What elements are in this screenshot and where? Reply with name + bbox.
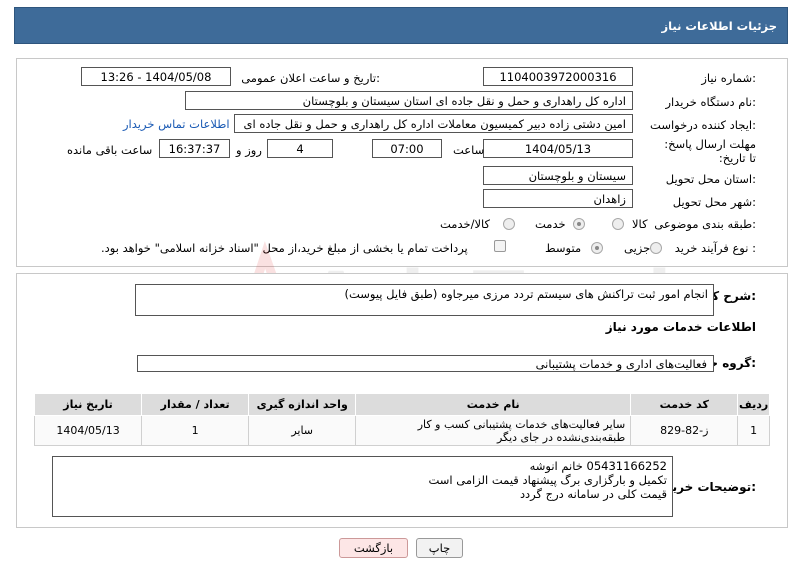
buyer-notes-line: قیمت کلی در سامانه درج گردد (519, 487, 667, 501)
category-option-goods-radio[interactable] (612, 218, 624, 230)
col-header-service-name: نام خدمت (355, 393, 632, 416)
purchase-type-minor-label: جزیی (624, 241, 651, 255)
city-field[interactable]: زاهدان (483, 189, 633, 208)
category-option-service-radio[interactable] (573, 218, 585, 230)
province-label: استان محل تحویل: (665, 172, 756, 186)
col-header-service-code: کد خدمت (630, 393, 739, 416)
remaining-days-field[interactable]: 4 (267, 139, 333, 158)
purchase-type-medium-radio[interactable] (591, 242, 603, 254)
announce-datetime-field[interactable]: 1404/05/08 - 13:26 (81, 67, 231, 86)
need-number-label: شماره نیاز: (701, 71, 756, 85)
city-label: شهر محل تحویل: (672, 195, 756, 209)
service-group-field[interactable]: فعالیت‌های اداری و خدمات پشتیبانی (137, 355, 714, 372)
category-option-service-label: خدمت (535, 217, 566, 231)
cell-service-code: ز-82-829 (630, 415, 739, 446)
requester-field[interactable]: امین دشتی زاده دبیر کمیسیون معاملات ادار… (234, 114, 633, 133)
requester-label: ایجاد کننده درخواست: (650, 118, 756, 132)
buyer-contact-link[interactable]: اطلاعات تماس خریدار (123, 117, 230, 131)
deadline-time-field[interactable]: 07:00 (372, 139, 442, 158)
deadline-date-field[interactable]: 1404/05/13 (483, 139, 633, 158)
announce-datetime-label: تاریخ و ساعت اعلان عمومی: (241, 71, 380, 85)
category-label: طبقه بندی موضوعی: (654, 217, 756, 231)
col-header-unit: واحد اندازه گیری (248, 393, 357, 416)
cell-service-name: سایر فعالیت‌های خدمات پشتیبانی کسب و کار… (355, 415, 632, 446)
service-items-table: ردیف کد خدمت نام خدمت واحد اندازه گیری ت… (33, 393, 770, 446)
treasury-payment-note: پرداخت تمام یا بخشی از مبلغ خرید،از محل … (101, 241, 468, 255)
buyer-org-field[interactable]: اداره کل راهداری و حمل و نقل جاده ای است… (185, 91, 633, 110)
need-number-field[interactable]: 1104003972000316 (483, 67, 633, 86)
services-section-title: اطلاعات خدمات مورد نیاز (605, 320, 756, 334)
buyer-notes-line: 05431166252 خانم انوشه (529, 459, 667, 473)
deadline-time-label: ساعت (453, 143, 485, 157)
buyer-org-label: نام دستگاه خریدار: (665, 95, 756, 109)
cell-need-date: 1404/05/13 (33, 415, 143, 446)
purchase-type-medium-label: متوسط (545, 241, 582, 255)
category-option-goods-label: کالا (632, 217, 648, 231)
print-button[interactable]: چاپ (416, 538, 463, 558)
treasury-payment-checkbox[interactable] (494, 240, 506, 252)
purchase-type-label: نوع فرآیند خرید : (674, 241, 756, 255)
cell-unit: سایر (248, 415, 357, 446)
page-header: جزئیات اطلاعات نیاز (14, 7, 788, 44)
page-title: جزئیات اطلاعات نیاز (661, 19, 777, 33)
summary-textarea[interactable]: انجام امور ثبت تراکنش های سیستم تردد مرز… (135, 284, 714, 316)
province-field[interactable]: سیستان و بلوچستان (483, 166, 633, 185)
category-option-both-radio[interactable] (503, 218, 515, 230)
remaining-time-field[interactable]: 16:37:37 (159, 139, 230, 158)
buyer-notes-textarea[interactable]: 05431166252 خانم انوشه تکمیل و بارگزاری … (52, 456, 673, 517)
buyer-notes-line: تکمیل و بارگزاری برگ پیشنهاد قیمت الزامی… (428, 473, 667, 487)
back-button[interactable]: بازگشت (339, 538, 408, 558)
remaining-days-label: روز و (236, 143, 262, 157)
category-option-both-label: کالا/خدمت (440, 217, 491, 231)
col-header-need-date: تاریخ نیاز (33, 393, 143, 416)
purchase-type-minor-radio[interactable] (650, 242, 662, 254)
table-header-row: ردیف کد خدمت نام خدمت واحد اندازه گیری ت… (33, 393, 770, 416)
cell-quantity: 1 (141, 415, 250, 446)
col-header-row-num: ردیف (737, 393, 770, 416)
table-row: 1 ز-82-829 سایر فعالیت‌های خدمات پشتیبان… (33, 415, 770, 446)
col-header-quantity: تعداد / مقدار (141, 393, 250, 416)
remaining-time-label: ساعت باقی مانده (67, 143, 153, 157)
deadline-label: مهلت ارسال پاسخ: تا تاریخ: (664, 137, 756, 165)
cell-row-num: 1 (737, 415, 770, 446)
